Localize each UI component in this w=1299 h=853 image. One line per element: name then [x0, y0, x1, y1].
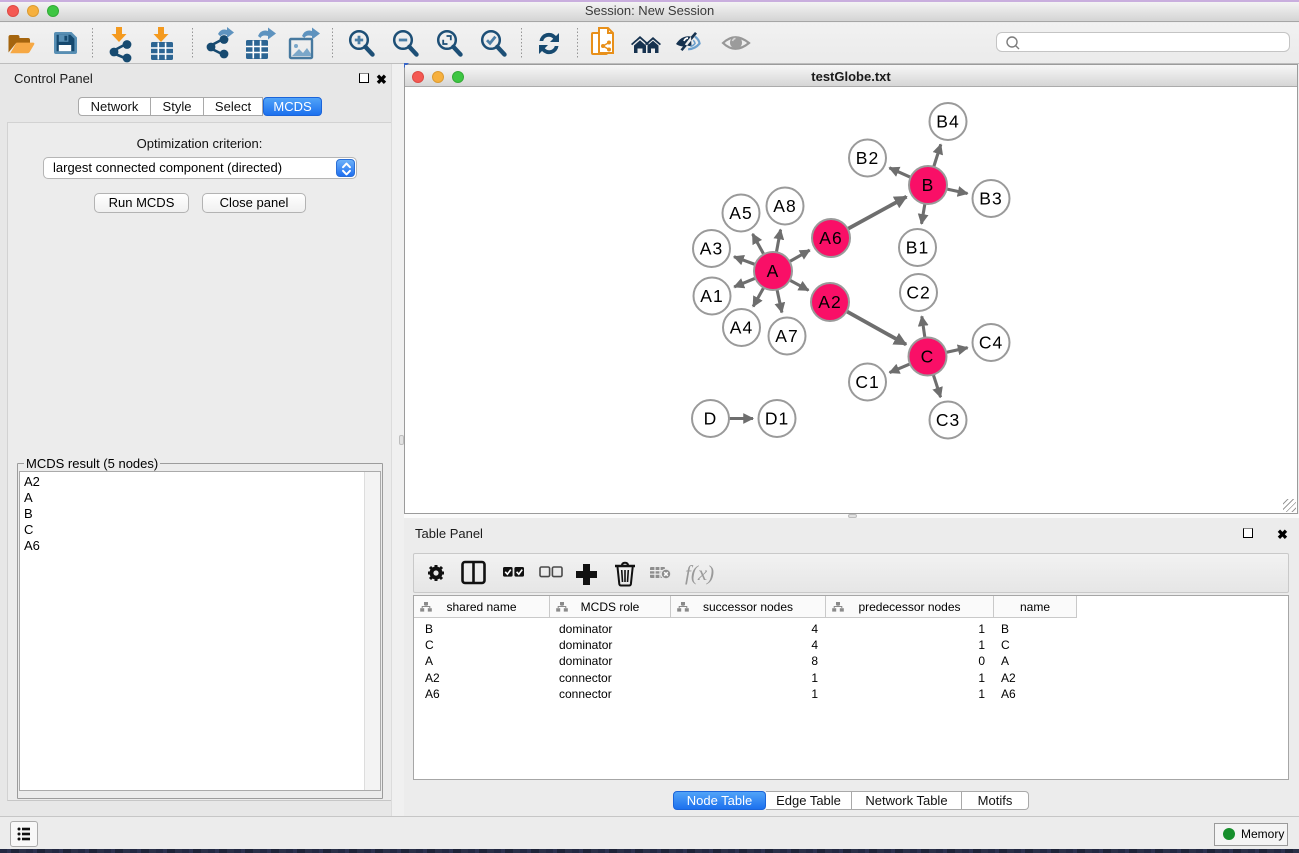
svg-text:A2: A2 — [818, 292, 841, 312]
svg-text:A: A — [767, 261, 780, 281]
svg-text:A5: A5 — [729, 203, 752, 223]
svg-text:C3: C3 — [936, 410, 960, 430]
svg-text:f(x): f(x) — [685, 561, 714, 585]
svg-text:A8: A8 — [773, 196, 796, 216]
svg-text:A1: A1 — [700, 286, 723, 306]
svg-text:D1: D1 — [765, 409, 789, 429]
svg-text:C: C — [921, 347, 935, 367]
svg-text:C2: C2 — [906, 283, 930, 303]
svg-text:B2: B2 — [856, 148, 879, 168]
svg-text:A7: A7 — [775, 326, 798, 346]
svg-text:A4: A4 — [730, 318, 753, 338]
svg-text:C4: C4 — [979, 333, 1003, 353]
svg-text:B: B — [922, 175, 935, 195]
svg-text:A3: A3 — [700, 239, 723, 259]
svg-text:A6: A6 — [819, 228, 842, 248]
svg-text:B3: B3 — [979, 189, 1002, 209]
svg-text:C1: C1 — [855, 372, 879, 392]
svg-text:B4: B4 — [936, 112, 959, 132]
svg-text:D: D — [704, 409, 718, 429]
svg-text:B1: B1 — [906, 238, 929, 258]
